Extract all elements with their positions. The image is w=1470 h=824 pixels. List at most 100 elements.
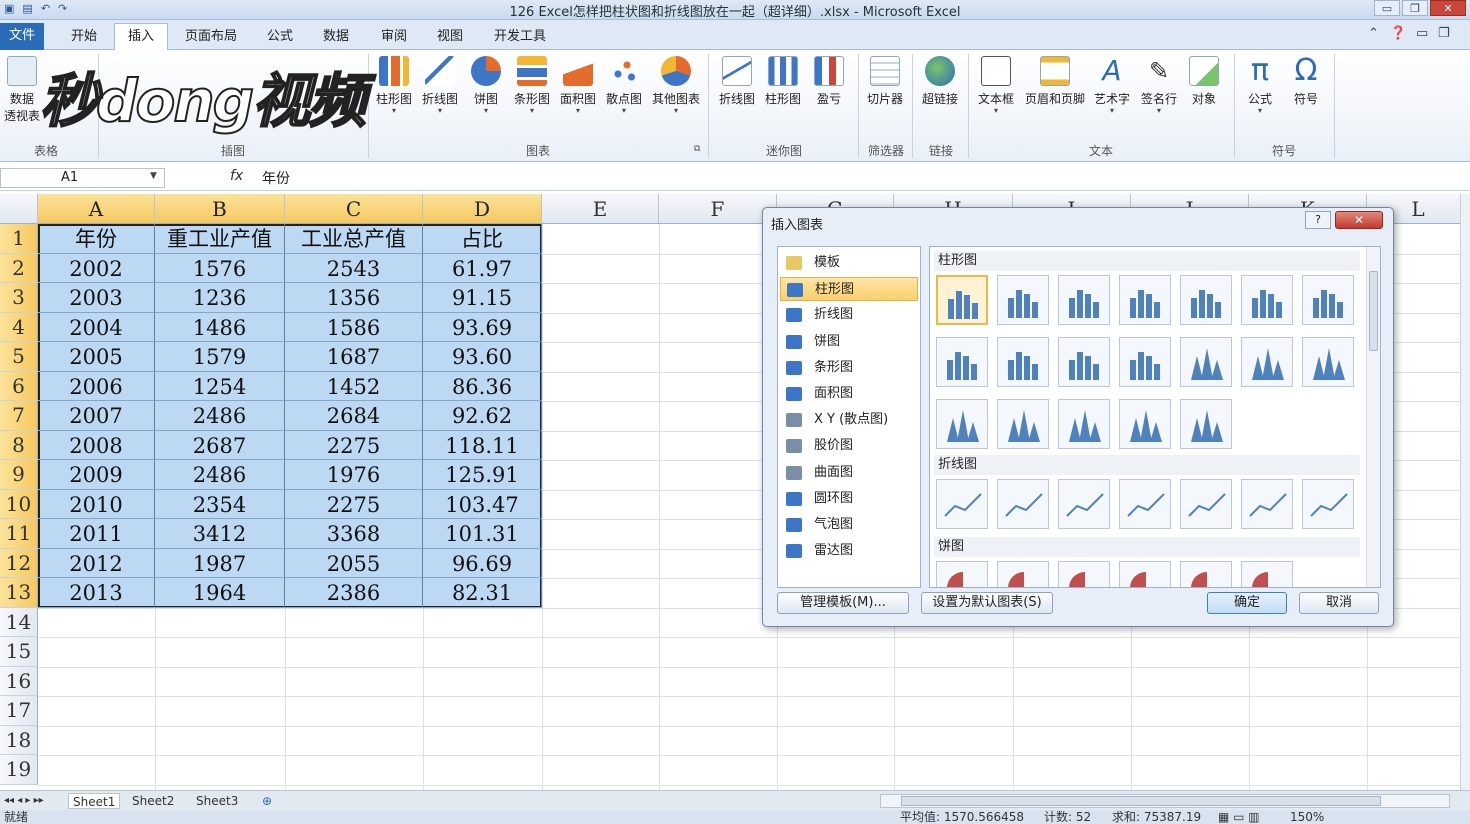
column-header-d[interactable]: D [423, 194, 542, 224]
pie-chart-subtype-icon[interactable] [997, 561, 1049, 587]
table-cell[interactable]: 82.31 [423, 578, 542, 608]
line-chart-subtype-icon[interactable] [1058, 479, 1110, 529]
row-header-14[interactable]: 14 [0, 607, 38, 637]
fx-icon[interactable]: fx [230, 168, 243, 184]
object-button[interactable]: 对象 [1184, 56, 1224, 107]
row-header-7[interactable]: 7 [0, 401, 38, 431]
signature-line-button[interactable]: ✎ 签名行 ▾ [1136, 56, 1182, 115]
table-cell[interactable]: 2386 [285, 578, 423, 608]
header-cell[interactable]: 工业总产值 [285, 224, 423, 254]
column-header-c[interactable]: C [285, 194, 423, 224]
column-chart-subtype-icon[interactable] [997, 337, 1049, 387]
dialog-close-button[interactable]: ✕ [1335, 211, 1383, 229]
table-cell[interactable]: 103.47 [423, 489, 542, 519]
table-cell[interactable]: 2008 [38, 430, 155, 460]
equation-button[interactable]: π 公式 ▾ [1240, 56, 1280, 115]
sheet-tab-1[interactable]: Sheet1 [68, 793, 121, 809]
sheet-nav-icons[interactable]: ◂◂ ◂ ▸ ▸▸ [4, 793, 44, 809]
row-header-9[interactable]: 9 [0, 460, 38, 490]
help-icon[interactable]: ❓ [1390, 26, 1406, 41]
line-chart-subtype-icon[interactable] [1180, 479, 1232, 529]
cone-chart-subtype-icon[interactable] [1058, 399, 1110, 449]
tab-view[interactable]: 视图 [428, 26, 472, 50]
tab-developer[interactable]: 开发工具 [484, 26, 556, 50]
help-button[interactable]: ? [1305, 211, 1331, 229]
vertical-scrollbar[interactable] [1460, 194, 1470, 790]
minimize-button[interactable]: ▭ [1374, 0, 1400, 16]
table-cell[interactable]: 2684 [285, 401, 423, 431]
row-header-19[interactable]: 19 [0, 755, 38, 785]
table-cell[interactable]: 96.69 [423, 548, 542, 578]
sparkline-line-button[interactable]: 折线图 [714, 56, 760, 107]
row-header-2[interactable]: 2 [0, 253, 38, 283]
name-box[interactable]: A1 [0, 168, 165, 188]
line-chart-subtype-icon[interactable] [936, 479, 988, 529]
table-cell[interactable]: 2007 [38, 401, 155, 431]
table-cell[interactable]: 1579 [155, 342, 285, 372]
sparkline-winloss-button[interactable]: 盈亏 [806, 56, 852, 107]
table-cell[interactable]: 2002 [38, 253, 155, 283]
row-header-16[interactable]: 16 [0, 666, 38, 696]
chart-category-item[interactable]: 柱形图 [780, 277, 918, 302]
zoom-level[interactable]: 150% [1290, 810, 1324, 824]
pie-chart-subtype-icon[interactable] [1180, 561, 1232, 587]
table-cell[interactable]: 2012 [38, 548, 155, 578]
table-cell[interactable]: 1586 [285, 312, 423, 342]
table-cell[interactable]: 1987 [155, 548, 285, 578]
cone-chart-subtype-icon[interactable] [997, 399, 1049, 449]
table-cell[interactable]: 2275 [285, 430, 423, 460]
row-header-10[interactable]: 10 [0, 489, 38, 519]
table-cell[interactable]: 2543 [285, 253, 423, 283]
table-cell[interactable]: 1576 [155, 253, 285, 283]
pie-chart-subtype-icon[interactable] [1058, 561, 1110, 587]
view-mode-icons[interactable]: ▦ ▭ ▥ [1218, 810, 1260, 824]
chart-category-item[interactable]: 圆环图 [780, 487, 918, 511]
table-cell[interactable]: 1254 [155, 371, 285, 401]
table-cell[interactable]: 91.15 [423, 283, 542, 313]
scatter-chart-button[interactable]: 散点图 ▾ [602, 56, 646, 115]
line-chart-subtype-icon[interactable] [1119, 479, 1171, 529]
table-cell[interactable]: 1687 [285, 342, 423, 372]
sheet-tab-3[interactable]: Sheet3 [196, 793, 238, 809]
table-cell[interactable]: 1452 [285, 371, 423, 401]
cone-chart-subtype-icon[interactable] [1241, 337, 1293, 387]
table-cell[interactable]: 2009 [38, 460, 155, 490]
doc-restore-icon[interactable]: ❐ [1438, 26, 1450, 41]
tab-formulas[interactable]: 公式 [258, 26, 302, 50]
pie-chart-button[interactable]: 饼图 ▾ [464, 56, 508, 115]
table-cell[interactable]: 2006 [38, 371, 155, 401]
row-header-4[interactable]: 4 [0, 312, 38, 342]
sparkline-column-button[interactable]: 柱形图 [760, 56, 806, 107]
column-chart-subtype-icon[interactable] [1180, 275, 1232, 325]
hyperlink-button[interactable]: 超链接 [916, 56, 964, 107]
chart-category-item[interactable]: 股价图 [780, 434, 918, 458]
table-cell[interactable]: 2005 [38, 342, 155, 372]
column-chart-subtype-icon[interactable] [1058, 337, 1110, 387]
table-cell[interactable]: 1976 [285, 460, 423, 490]
row-header-5[interactable]: 5 [0, 342, 38, 372]
ok-button[interactable]: 确定 [1207, 592, 1287, 614]
chart-category-item[interactable]: 折线图 [780, 303, 918, 327]
column-header-b[interactable]: B [155, 194, 285, 224]
chart-category-item[interactable]: 条形图 [780, 356, 918, 380]
table-cell[interactable]: 2275 [285, 489, 423, 519]
table-cell[interactable]: 1236 [155, 283, 285, 313]
gallery-scrollbar[interactable] [1366, 247, 1380, 587]
table-cell[interactable]: 2003 [38, 283, 155, 313]
manage-templates-button[interactable]: 管理模板(M)... [777, 592, 909, 614]
area-chart-button[interactable]: 面积图 ▾ [556, 56, 600, 115]
table-cell[interactable]: 2354 [155, 489, 285, 519]
row-header-13[interactable]: 13 [0, 578, 38, 608]
dialog-launcher-icon[interactable]: ⧉ [694, 144, 700, 154]
row-header-11[interactable]: 11 [0, 519, 38, 549]
table-cell[interactable]: 86.36 [423, 371, 542, 401]
table-cell[interactable]: 92.62 [423, 401, 542, 431]
column-header-a[interactable]: A [38, 194, 155, 224]
tab-data[interactable]: 数据 [314, 26, 358, 50]
cone-chart-subtype-icon[interactable] [936, 399, 988, 449]
header-footer-button[interactable]: 页眉和页脚 [1020, 56, 1090, 107]
cancel-button[interactable]: 取消 [1299, 592, 1379, 614]
line-chart-subtype-icon[interactable] [1302, 479, 1354, 529]
line-chart-subtype-icon[interactable] [1241, 479, 1293, 529]
table-cell[interactable]: 125.91 [423, 460, 542, 490]
